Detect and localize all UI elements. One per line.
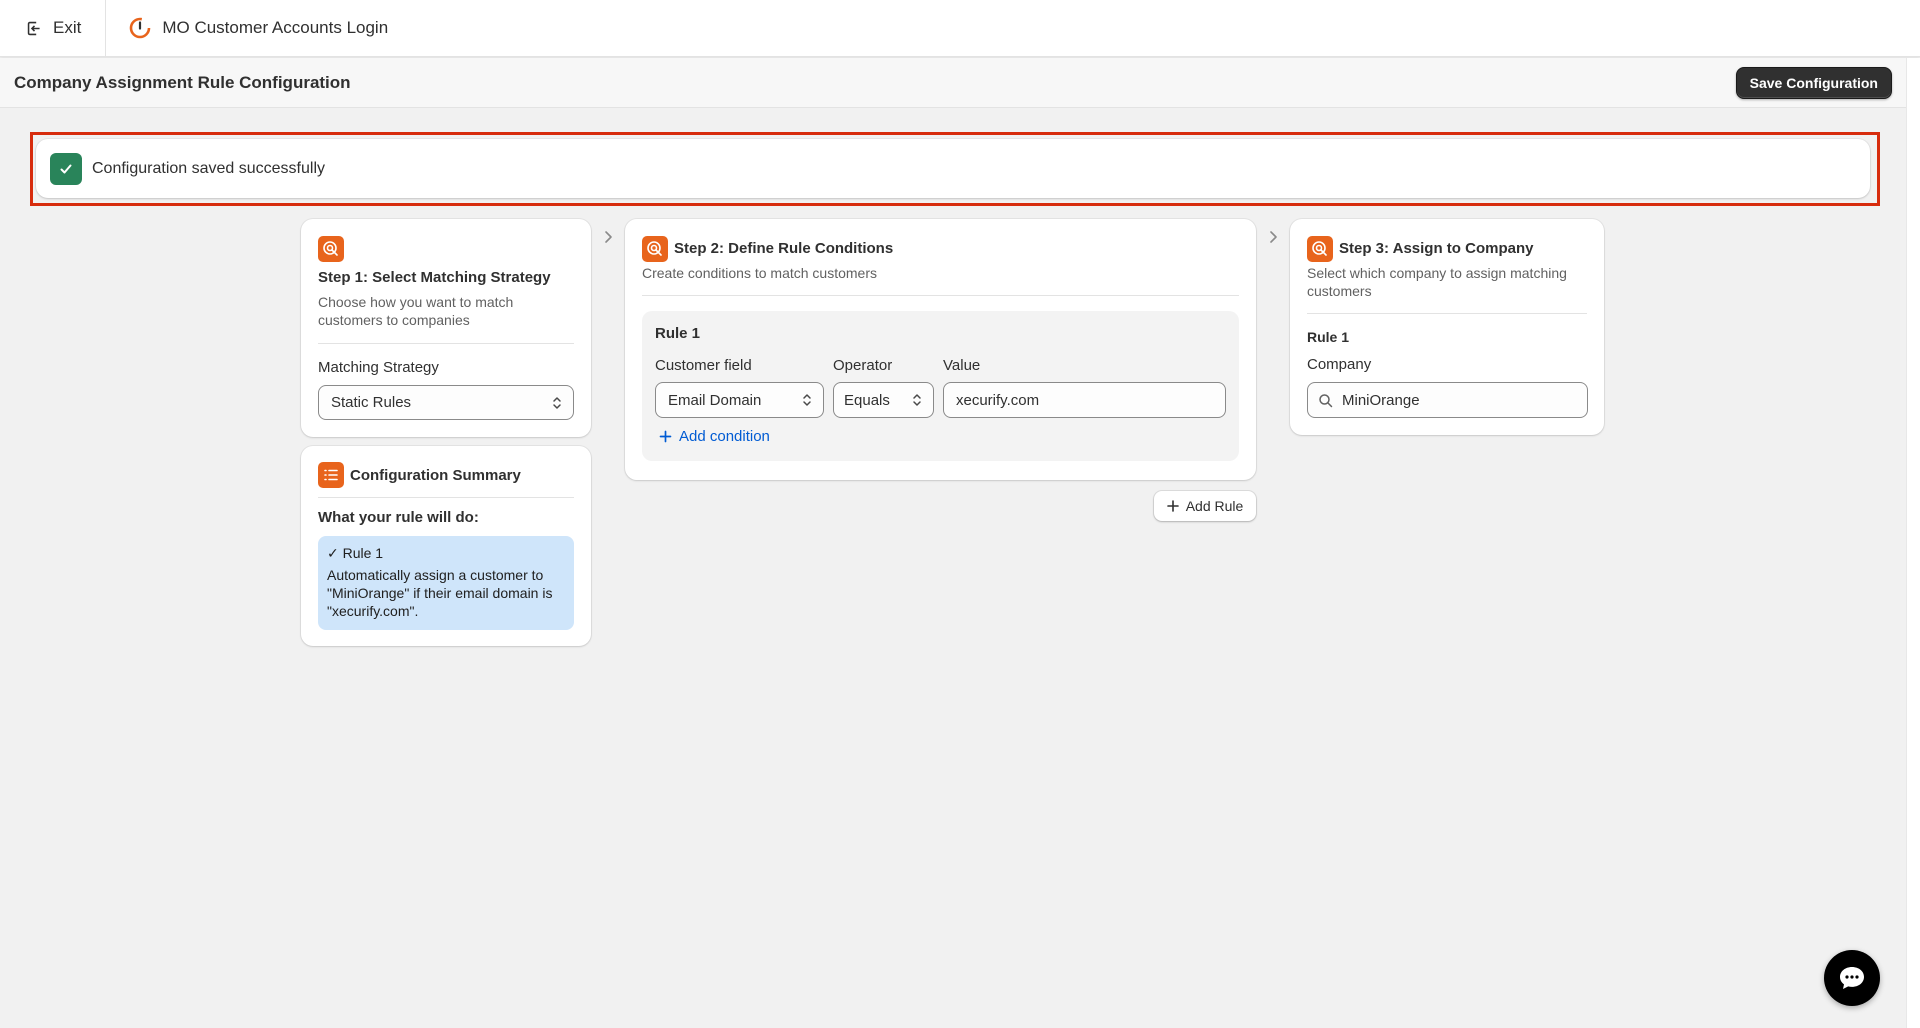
check-icon xyxy=(50,152,82,185)
matching-strategy-value: Static Rules xyxy=(331,394,412,411)
add-condition-button[interactable]: Add condition xyxy=(659,428,770,445)
operator-select[interactable]: Equals xyxy=(833,382,934,418)
step2-card: Step 2: Define Rule Conditions Create co… xyxy=(625,219,1256,480)
company-value: MiniOrange xyxy=(1342,391,1420,409)
customer-field-select[interactable]: Email Domain xyxy=(655,382,824,418)
add-condition-label: Add condition xyxy=(679,428,770,445)
summary-rule-text: Automatically assign a customer to "Mini… xyxy=(327,567,553,619)
summary-rule-title: ✓ Rule 1 xyxy=(327,545,384,561)
add-rule-label: Add Rule xyxy=(1185,498,1244,514)
app-title: MO Customer Accounts Login xyxy=(106,16,388,40)
operator-value: Equals xyxy=(844,391,890,409)
value-label: Value xyxy=(943,357,981,374)
value-input[interactable]: xecurify.com xyxy=(943,382,1226,418)
exit-label: Exit xyxy=(53,18,82,37)
matching-strategy-label: Matching Strategy xyxy=(318,359,439,376)
select-chevrons-icon xyxy=(553,396,561,409)
step1-divider xyxy=(318,343,574,344)
step2-divider xyxy=(642,295,1239,296)
target-cursor-icon xyxy=(642,236,668,262)
save-configuration-button[interactable]: Save Configuration xyxy=(1735,66,1892,99)
banner-message: Configuration saved successfully xyxy=(92,159,326,177)
select-chevrons-icon xyxy=(913,394,921,406)
summary-divider xyxy=(318,497,574,498)
page-title: Company Assignment Rule Configuration xyxy=(14,72,351,92)
rule-1-panel: Rule 1 Customer field Operator Value Ema… xyxy=(642,311,1239,461)
step1-title: Step 1: Select Matching Strategy xyxy=(318,269,551,286)
step2-title: Step 2: Define Rule Conditions xyxy=(674,240,894,257)
plus-icon xyxy=(659,430,672,443)
chevron-right-icon xyxy=(605,231,612,243)
exit-icon xyxy=(27,21,40,35)
customer-field-label: Customer field xyxy=(655,357,752,374)
value-input-text: xecurify.com xyxy=(956,391,1040,409)
operator-label: Operator xyxy=(833,357,893,374)
page-header: Company Assignment Rule Configuration Sa… xyxy=(0,58,1906,108)
scrollbar-track[interactable] xyxy=(1906,58,1920,1028)
target-cursor-icon xyxy=(318,236,344,262)
step3-card: Step 3: Assign to Company Select which c… xyxy=(1290,219,1604,435)
chat-button[interactable] xyxy=(1824,950,1880,1006)
step3-divider xyxy=(1307,313,1587,314)
select-chevrons-icon xyxy=(803,394,811,406)
step1-subtitle: Choose how you want to match customers t… xyxy=(318,294,514,328)
step3-subtitle: Select which company to assign matching … xyxy=(1307,265,1567,299)
exit-button[interactable]: Exit xyxy=(0,0,107,57)
rule-1-label: Rule 1 xyxy=(655,325,701,342)
summary-rule-box: ✓ Rule 1 Automatically assign a customer… xyxy=(318,536,574,630)
company-search-input[interactable]: MiniOrange xyxy=(1307,382,1588,418)
step3-title: Step 3: Assign to Company xyxy=(1339,240,1534,257)
matching-strategy-select[interactable]: Static Rules xyxy=(318,385,574,420)
step2-subtitle: Create conditions to match customers xyxy=(642,265,877,281)
summary-heading: What your rule will do: xyxy=(318,509,479,526)
app-title-text: MO Customer Accounts Login xyxy=(162,18,389,37)
step3-rule-label: Rule 1 xyxy=(1307,329,1350,345)
list-icon xyxy=(318,462,344,488)
summary-card: Configuration Summary What your rule wil… xyxy=(301,446,591,646)
app-logo-icon xyxy=(130,17,151,39)
success-banner: Configuration saved successfully xyxy=(36,139,1870,198)
chevron-right-icon xyxy=(1270,231,1277,243)
target-cursor-icon xyxy=(1307,236,1333,262)
customer-field-value: Email Domain xyxy=(668,391,762,409)
summary-title: Configuration Summary xyxy=(350,467,521,484)
search-icon xyxy=(1319,393,1333,407)
plus-icon xyxy=(1166,500,1179,512)
chat-icon xyxy=(1840,967,1864,989)
top-bar: Exit MO Customer Accounts Login xyxy=(0,0,1920,57)
add-rule-button[interactable]: Add Rule xyxy=(1154,491,1256,521)
company-label: Company xyxy=(1307,356,1372,373)
step1-card: Step 1: Select Matching Strategy Choose … xyxy=(301,219,591,437)
